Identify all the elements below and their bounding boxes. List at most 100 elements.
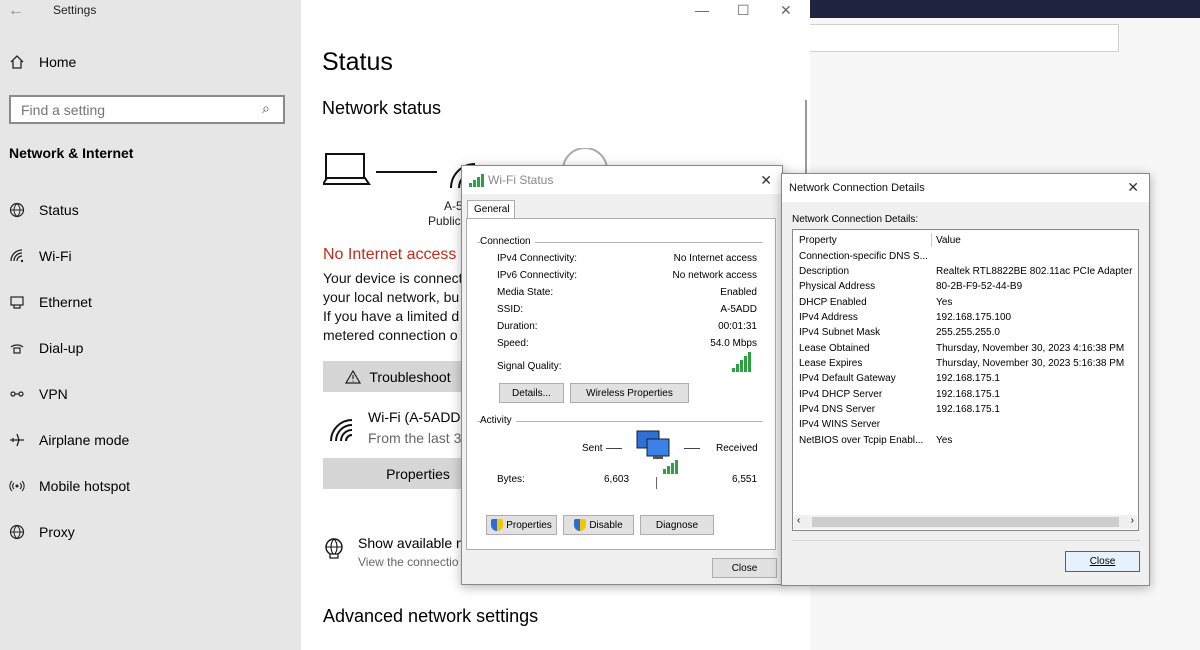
divider [792, 540, 1140, 541]
list-item[interactable]: IPv4 DNS Server 192.168.175.1 [793, 404, 1138, 419]
scrollbar-thumb[interactable] [812, 517, 1119, 527]
list-item[interactable]: IPv4 Default Gateway 192.168.175.1 [793, 373, 1138, 388]
no-internet-heading: No Internet access [323, 246, 457, 263]
signal-bars-icon [469, 174, 484, 187]
maximize-icon[interactable]: ☐ [737, 2, 750, 19]
wifi-signal-icon [330, 419, 353, 442]
laptop-icon [323, 153, 371, 185]
sidebar-item-airplane-mode[interactable]: Airplane mode [9, 429, 129, 451]
tab-general[interactable]: General [467, 200, 515, 219]
sidebar-item-wifi[interactable]: Wi-Fi [9, 245, 72, 267]
wireless-properties-button[interactable]: Wireless Properties [570, 383, 689, 403]
show-available-networks-link[interactable]: Show available n [358, 535, 464, 551]
column-header-row: Property Value [793, 235, 1138, 250]
hotspot-icon [9, 480, 25, 492]
diagnose-button[interactable]: Diagnose [640, 515, 714, 535]
dialog-title: Network Connection Details [789, 182, 925, 194]
shield-icon [574, 519, 587, 531]
general-tab-panel: Connection IPv4 Connectivity: No Internet… [466, 218, 776, 550]
search-input[interactable] [9, 95, 285, 124]
list-item[interactable]: Lease Obtained Thursday, November 30, 202… [793, 343, 1138, 358]
list-item[interactable]: NetBIOS over Tcpip Enabl... Yes [793, 435, 1138, 450]
close-icon[interactable]: ✕ [780, 2, 792, 19]
troubleshoot-button[interactable]: Troubleshoot [323, 361, 473, 392]
list-item[interactable]: Connection-specific DNS S... [793, 251, 1138, 266]
home-icon [10, 55, 24, 69]
back-arrow-icon[interactable]: ← [8, 2, 24, 20]
vpn-icon [10, 391, 24, 397]
wifi-status-dialog: Wi-Fi Status ✕ General Connection IPv4 C… [461, 165, 783, 585]
nav-home[interactable]: Home [9, 54, 76, 70]
list-item[interactable]: IPv4 Address 192.168.175.100 [793, 312, 1138, 327]
details-list[interactable]: Property Value Connection-specific DNS S… [792, 229, 1139, 531]
properties-label: Properties [386, 465, 450, 482]
network-type-label: Public [428, 214, 461, 228]
search-icon[interactable]: ⌕ [262, 100, 270, 117]
close-icon[interactable]: ✕ [1127, 179, 1139, 196]
status-description: Your device is connect [323, 270, 463, 286]
ethernet-icon [10, 296, 24, 309]
network-connection-details-dialog: Network Connection Details ✕ Network Con… [781, 173, 1150, 586]
sidebar-item-dialup[interactable]: Dial-up [9, 337, 83, 359]
close-button[interactable]: Close [1065, 551, 1140, 572]
horizontal-scrollbar[interactable]: ‹ › [794, 515, 1137, 529]
details-button[interactable]: Details... [499, 383, 564, 403]
column-header-value[interactable]: Value [936, 235, 1136, 246]
list-item[interactable]: Description Realtek RTL8822BE 802.11ac PC… [793, 266, 1138, 281]
sidebar-item-label: Proxy [39, 524, 75, 540]
network-globe-icon [325, 538, 343, 559]
wifi-connection-name: Wi-Fi (A-5ADD [368, 409, 461, 425]
list-item[interactable]: IPv4 DHCP Server 192.168.175.1 [793, 389, 1138, 404]
list-item[interactable]: IPv4 Subnet Mask 255.255.255.0 [793, 327, 1138, 342]
sidebar-item-proxy[interactable]: Proxy [9, 521, 75, 543]
network-name-label: A-5 [444, 199, 463, 213]
scroll-right-icon[interactable]: › [1131, 515, 1134, 526]
details-caption: Network Connection Details: [792, 214, 919, 225]
list-item[interactable]: DHCP Enabled Yes [793, 297, 1138, 312]
sidebar-item-mobile-hotspot[interactable]: Mobile hotspot [9, 475, 130, 497]
info-row: IPv6 Connectivity: No network access [497, 270, 757, 281]
info-row: Duration: 00:01:31 [497, 321, 757, 332]
wifi-icon [10, 249, 24, 263]
settings-sidebar: ← Settings Home ⌕ Network & Internet Sta… [0, 0, 301, 650]
home-label: Home [39, 54, 77, 70]
close-button[interactable]: Close [712, 558, 777, 578]
scroll-left-icon[interactable]: ‹ [797, 515, 800, 526]
sidebar-item-ethernet[interactable]: Ethernet [9, 291, 92, 313]
status-description: your local network, bu [323, 289, 460, 305]
airplane-icon [10, 433, 24, 447]
list-item[interactable]: IPv4 WINS Server [793, 419, 1138, 434]
warning-icon [345, 369, 362, 384]
close-icon[interactable]: ✕ [760, 172, 772, 189]
dialog-titlebar: Network Connection Details ✕ [782, 174, 1149, 202]
minimize-icon[interactable]: — [695, 2, 709, 18]
received-label: Received [716, 443, 758, 454]
troubleshoot-label: Troubleshoot [369, 368, 451, 385]
signal-quality-icon [732, 352, 751, 372]
adapter-properties-button[interactable]: Properties [486, 515, 557, 535]
sidebar-item-label: Mobile hotspot [39, 478, 131, 494]
column-separator[interactable] [931, 233, 932, 247]
app-title: Settings [53, 3, 97, 17]
sidebar-item-vpn[interactable]: VPN [9, 383, 68, 405]
background-app-address-bar[interactable] [810, 24, 1119, 52]
status-description: If you have a limited d [323, 308, 460, 324]
globe-icon [9, 202, 25, 218]
section-heading: Network status [322, 98, 442, 118]
bytes-label: Bytes: [497, 474, 525, 485]
list-item[interactable]: Lease Expires Thursday, November 30, 2023… [793, 358, 1138, 373]
proxy-globe-icon [9, 524, 25, 540]
divider [477, 421, 763, 422]
sent-label: Sent [582, 443, 603, 454]
info-row: IPv4 Connectivity: No Internet access [497, 253, 757, 264]
section-title: Network & Internet [9, 145, 134, 161]
list-item[interactable]: Physical Address 80-2B-F9-52-44-B9 [793, 281, 1138, 296]
disable-button[interactable]: Disable [563, 515, 634, 535]
sidebar-item-status[interactable]: Status [9, 199, 79, 221]
background-app-titlebar [810, 0, 1200, 18]
wifi-connection-usage: From the last 3 [368, 430, 462, 446]
network-computers-icon [636, 430, 678, 474]
column-header-property[interactable]: Property [799, 235, 929, 246]
dialog-title: Wi-Fi Status [488, 173, 554, 187]
sidebar-item-label: Ethernet [39, 294, 92, 310]
